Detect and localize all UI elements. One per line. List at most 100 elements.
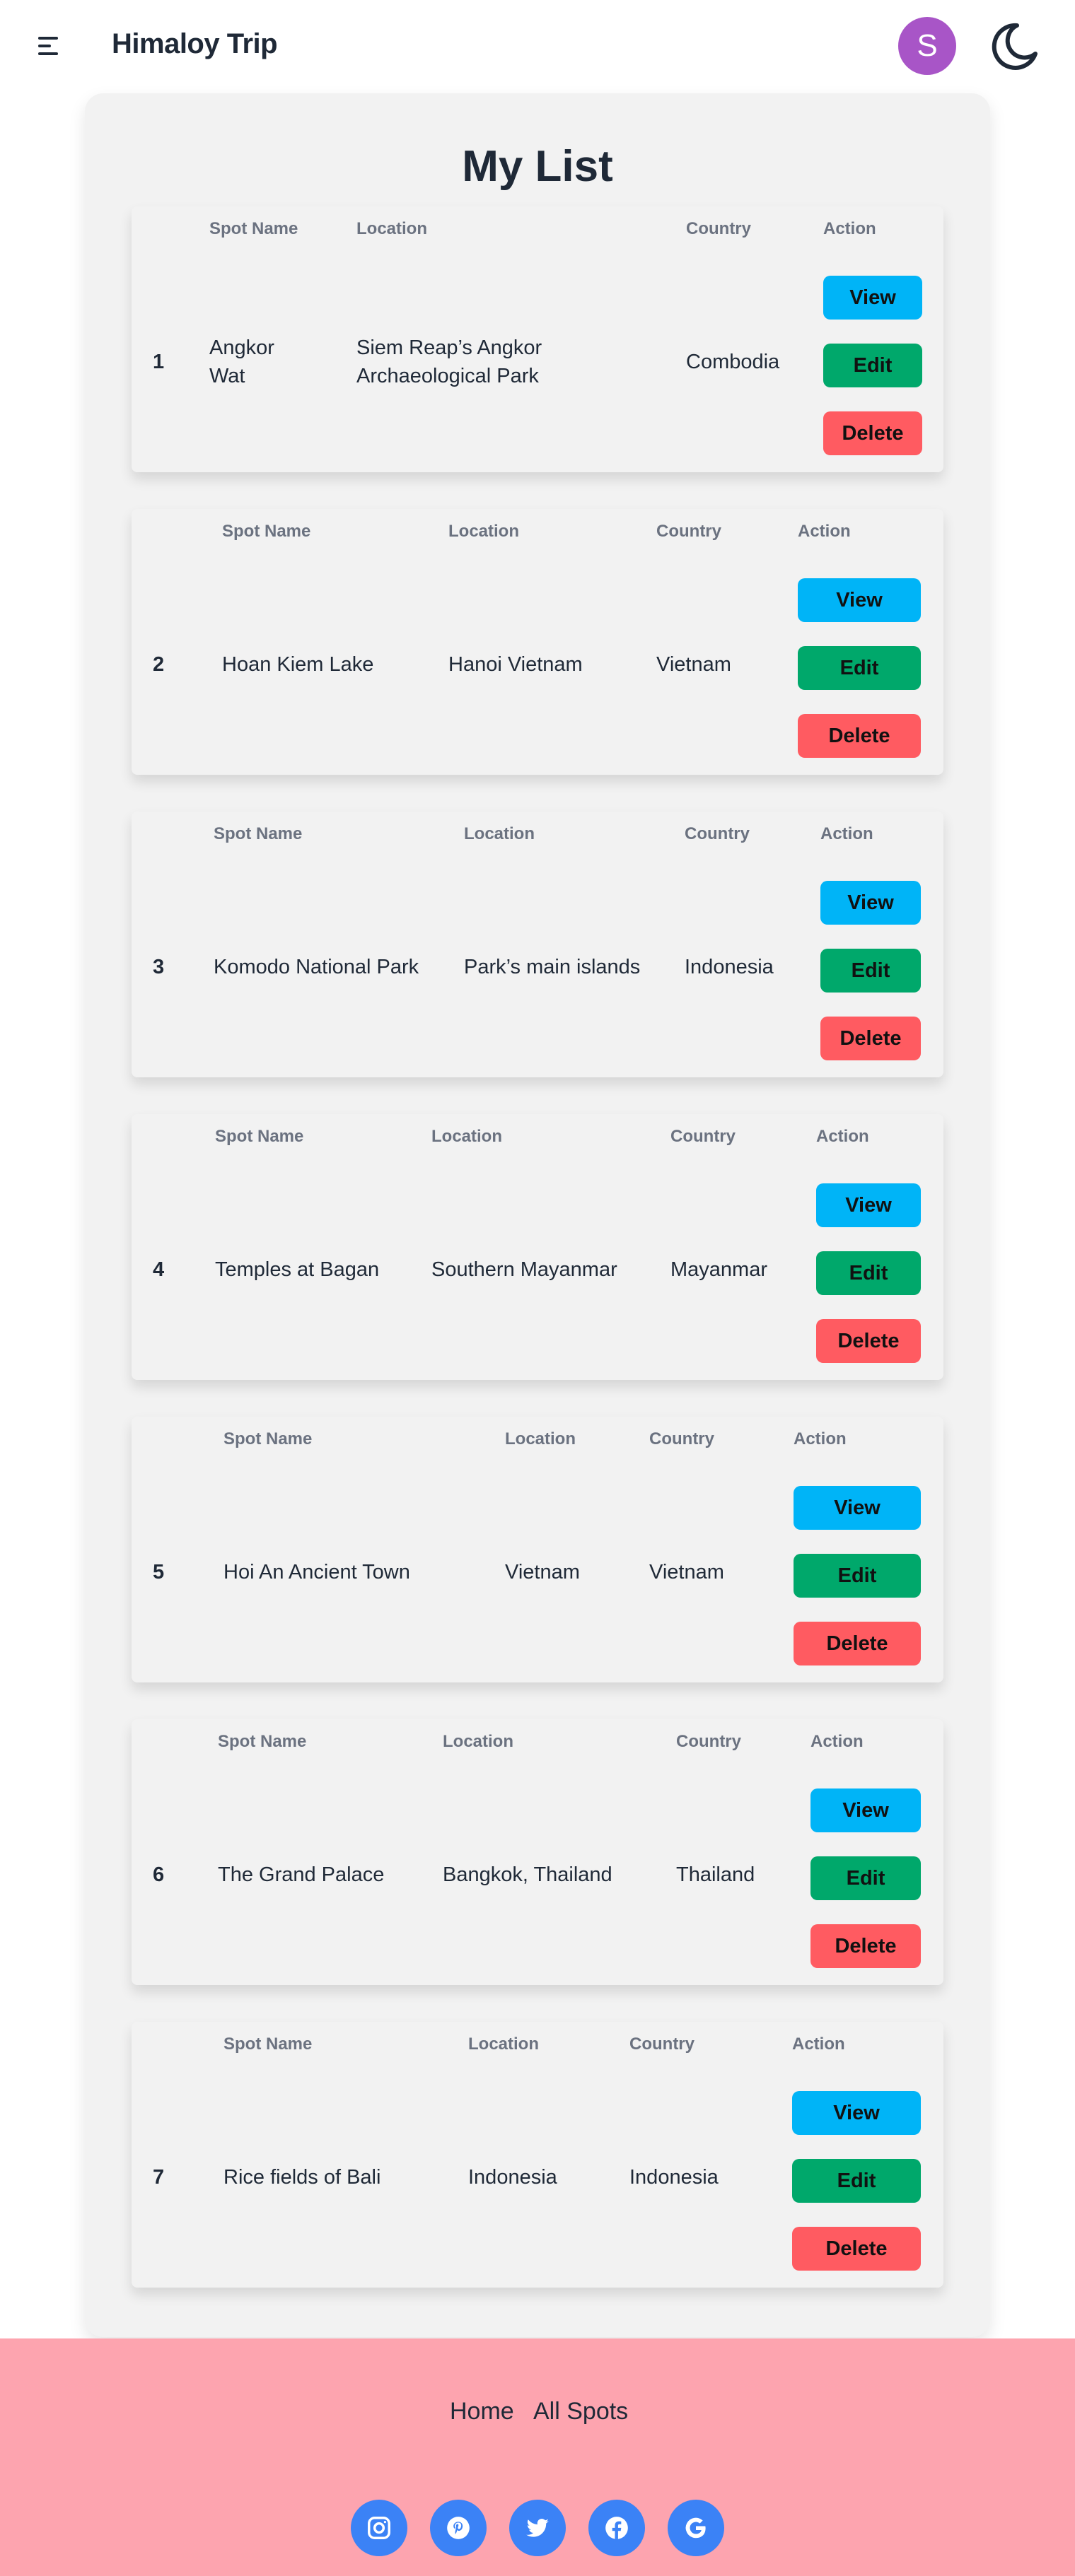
google-icon[interactable]: [668, 2500, 724, 2556]
avatar-initial: S: [917, 28, 938, 63]
pinterest-icon[interactable]: [430, 2500, 487, 2556]
header-country: Country: [670, 1127, 736, 1146]
twitter-icon[interactable]: [509, 2500, 566, 2556]
header-location: Location: [464, 824, 535, 843]
spot-name: Temples at Bagan: [215, 1258, 380, 1281]
header-action: Action: [816, 1127, 869, 1146]
delete-button[interactable]: Delete: [794, 1622, 921, 1665]
location: Park’s main islands: [464, 956, 641, 978]
edit-button[interactable]: Edit: [792, 2159, 921, 2203]
header-location: Location: [356, 219, 427, 238]
country: Indonesia: [629, 2166, 719, 2189]
facebook-icon[interactable]: [588, 2500, 645, 2556]
header-country: Country: [685, 824, 750, 843]
view-button[interactable]: View: [792, 2091, 921, 2135]
row-number: 1: [153, 351, 165, 373]
moon-icon[interactable]: [984, 17, 1042, 75]
country: Mayanmar: [670, 1258, 767, 1281]
delete-button[interactable]: Delete: [816, 1319, 921, 1363]
header-country: Country: [686, 219, 751, 238]
country: Vietnam: [656, 653, 731, 676]
edit-button[interactable]: Edit: [798, 646, 921, 690]
header-action: Action: [810, 1732, 864, 1751]
header-spot-name: Spot Name: [209, 219, 298, 238]
delete-button[interactable]: Delete: [810, 1924, 921, 1968]
location: Indonesia: [468, 2166, 557, 2189]
header-country: Country: [656, 522, 721, 541]
list-card: Spot Name Location Country Action 6 The …: [132, 1719, 943, 1985]
header-location: Location: [468, 2035, 539, 2054]
my-list-container: My List Spot Name Location Country Actio…: [85, 93, 990, 2337]
location: Bangkok, Thailand: [443, 1863, 612, 1886]
location: Siem Reap’s Angkor Archaeological Park: [356, 336, 542, 387]
list-card: Spot Name Location Country Action 1 Angk…: [132, 206, 943, 472]
spot-name: Hoan Kiem Lake: [222, 653, 374, 676]
delete-button[interactable]: Delete: [823, 411, 922, 455]
brand-title[interactable]: Himaloy Trip: [112, 28, 278, 60]
header-location: Location: [443, 1732, 513, 1751]
row-number: 3: [153, 956, 165, 978]
header-spot-name: Spot Name: [215, 1127, 304, 1146]
header-action: Action: [798, 522, 851, 541]
row-number: 5: [153, 1561, 165, 1583]
delete-button[interactable]: Delete: [798, 714, 921, 758]
location: Vietnam: [505, 1561, 580, 1583]
header-spot-name: Spot Name: [223, 1429, 313, 1448]
edit-button[interactable]: Edit: [820, 949, 921, 993]
list-card: Spot Name Location Country Action 7 Rice…: [132, 2022, 943, 2288]
footer-link-all-spots[interactable]: All Spots: [533, 2398, 628, 2425]
footer-link-home[interactable]: Home: [450, 2398, 514, 2425]
edit-button[interactable]: Edit: [816, 1251, 921, 1295]
list-card: Spot Name Location Country Action 3 Komo…: [132, 812, 943, 1077]
delete-button[interactable]: Delete: [792, 2227, 921, 2271]
list-card: Spot Name Location Country Action 5 Hoi …: [132, 1417, 943, 1682]
header-spot-name: Spot Name: [214, 824, 303, 843]
list-card: Spot Name Location Country Action 4 Temp…: [132, 1114, 943, 1380]
country: Indonesia: [685, 956, 774, 978]
header-location: Location: [431, 1127, 502, 1146]
header-action: Action: [794, 1429, 847, 1448]
header-country: Country: [649, 1429, 714, 1448]
row-number: 2: [153, 653, 165, 676]
spot-name: Hoi An Ancient Town: [223, 1561, 410, 1583]
edit-button[interactable]: Edit: [794, 1554, 921, 1598]
page-title: My List: [462, 142, 613, 191]
header-action: Action: [792, 2035, 845, 2054]
spot-name: Rice fields of Bali: [223, 2166, 381, 2189]
row-number: 6: [153, 1863, 165, 1886]
header-location: Location: [505, 1429, 576, 1448]
view-button[interactable]: View: [810, 1788, 921, 1832]
header-spot-name: Spot Name: [218, 1732, 307, 1751]
list-card: Spot Name Location Country Action 2 Hoan…: [132, 509, 943, 775]
header-country: Country: [676, 1732, 741, 1751]
header-country: Country: [629, 2035, 695, 2054]
view-button[interactable]: View: [816, 1183, 921, 1227]
location: Hanoi Vietnam: [448, 653, 583, 676]
view-button[interactable]: View: [794, 1486, 921, 1530]
header-spot-name: Spot Name: [223, 2035, 313, 2054]
edit-button[interactable]: Edit: [810, 1856, 921, 1900]
view-button[interactable]: View: [798, 578, 921, 622]
country: Combodia: [686, 351, 780, 373]
delete-button[interactable]: Delete: [820, 1017, 921, 1060]
view-button[interactable]: View: [820, 881, 921, 925]
header-spot-name: Spot Name: [222, 522, 311, 541]
country: Thailand: [676, 1863, 755, 1886]
header-action: Action: [820, 824, 873, 843]
location: Southern Mayanmar: [431, 1258, 617, 1281]
page: Himaloy Trip S My List Spot Name Locatio…: [0, 0, 1075, 2576]
footer: Home All Spots: [0, 2338, 1075, 2576]
edit-button[interactable]: Edit: [823, 344, 922, 387]
spot-name: Komodo National Park: [214, 956, 419, 978]
row-number: 4: [153, 1258, 165, 1281]
instagram-icon[interactable]: [351, 2500, 407, 2556]
header-action: Action: [823, 219, 876, 238]
header-location: Location: [448, 522, 519, 541]
navbar: Himaloy Trip S: [0, 0, 1075, 93]
country: Vietnam: [649, 1561, 724, 1583]
avatar[interactable]: S: [898, 17, 956, 75]
hamburger-menu-icon[interactable]: [38, 35, 61, 57]
view-button[interactable]: View: [823, 276, 922, 320]
spot-name: Angkor Wat: [209, 336, 274, 387]
spot-name: The Grand Palace: [218, 1863, 385, 1886]
